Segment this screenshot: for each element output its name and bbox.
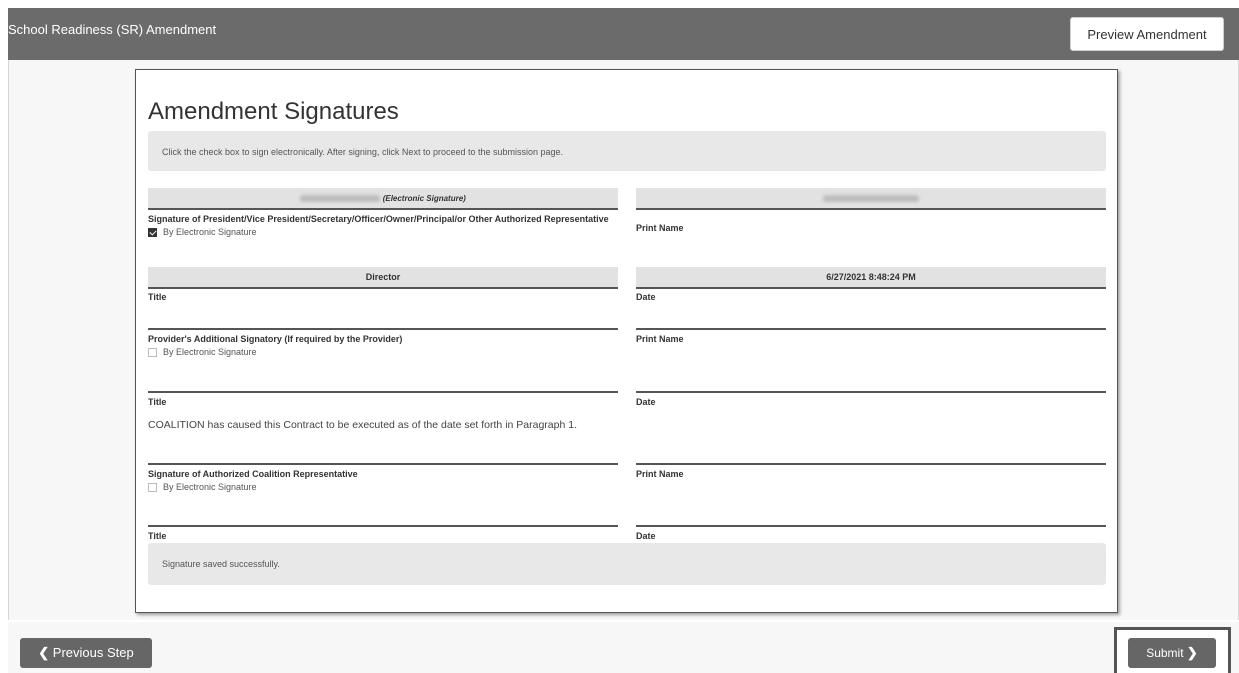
chevron-right-icon: ❯ — [1186, 645, 1198, 660]
signature-label: Provider's Additional Signatory (If requ… — [148, 334, 403, 344]
title-line — [148, 391, 618, 393]
date-label: Date — [636, 397, 656, 407]
print-name-block-1: Print Name — [636, 188, 1106, 234]
electronic-signature-tag: (Electronic Signature) — [382, 194, 466, 203]
checkbox-label: By Electronic Signature — [163, 347, 257, 357]
print-name-line — [636, 463, 1106, 465]
date-block-1: 6/27/2021 8:48:24 PM Date — [636, 267, 1106, 303]
title-field: Director — [148, 267, 618, 289]
previous-step-button[interactable]: ❮ Previous Step — [20, 638, 152, 668]
preview-amendment-button[interactable]: Preview Amendment — [1070, 17, 1224, 51]
title-line — [148, 525, 618, 527]
redacted-print-name — [823, 195, 919, 203]
print-name-line — [636, 328, 1106, 330]
signature-checkbox[interactable] — [148, 482, 157, 492]
page-title: School Readiness (SR) Amendment — [8, 22, 217, 37]
electronic-signature-checkbox-row[interactable]: By Electronic Signature — [148, 227, 618, 237]
status-message: Signature saved successfully. — [162, 559, 280, 569]
date-field: 6/27/2021 8:48:24 PM — [636, 267, 1106, 289]
coalition-statement: COALITION has caused this Contract to be… — [148, 419, 577, 431]
checkbox-label: By Electronic Signature — [163, 227, 257, 237]
signature-checkbox[interactable] — [148, 227, 157, 237]
signature-line — [148, 463, 618, 465]
signature-label: Signature of President/Vice President/Se… — [148, 214, 609, 224]
redacted-name — [300, 195, 381, 203]
section-heading: Amendment Signatures — [148, 98, 399, 125]
signature-checkbox[interactable] — [148, 347, 157, 357]
previous-step-label: Previous Step — [52, 645, 134, 660]
print-name-field — [636, 188, 1106, 210]
date-line — [636, 391, 1106, 393]
status-message-box: Signature saved successfully. — [148, 543, 1106, 585]
date-label: Date — [636, 531, 656, 541]
submit-button[interactable]: Submit ❯ — [1128, 638, 1216, 668]
title-label: Title — [148, 397, 167, 407]
title-label: Title — [148, 531, 167, 541]
title-block-2: Title — [148, 391, 618, 408]
signature-block-3: Signature of Authorized Coalition Repres… — [148, 463, 618, 492]
signature-block-1: (Electronic Signature) Signature of Pres… — [148, 188, 618, 237]
date-line — [636, 525, 1106, 527]
print-name-label: Print Name — [636, 469, 684, 479]
instructions-text: Click the check box to sign electronical… — [162, 147, 564, 157]
signatures-card: Amendment Signatures Click the check box… — [135, 69, 1118, 613]
checkbox-label: By Electronic Signature — [163, 482, 257, 492]
title-block-1: Director Title — [148, 267, 618, 303]
instructions-box: Click the check box to sign electronical… — [148, 131, 1106, 171]
title-label: Title — [148, 292, 167, 302]
signature-line — [148, 328, 618, 330]
date-block-2: Date — [636, 391, 1106, 408]
signature-field: (Electronic Signature) — [148, 188, 618, 210]
print-name-block-2: Print Name — [636, 328, 1106, 345]
signature-block-2: Provider's Additional Signatory (If requ… — [148, 328, 618, 357]
date-block-3: Date — [636, 525, 1106, 542]
print-name-label: Print Name — [636, 334, 684, 344]
print-name-label: Print Name — [636, 223, 684, 233]
title-bar: School Readiness (SR) Amendment Preview … — [8, 8, 1239, 60]
date-label: Date — [636, 292, 656, 302]
print-name-block-3: Print Name — [636, 463, 1106, 480]
electronic-signature-checkbox-row[interactable]: By Electronic Signature — [148, 482, 618, 492]
submit-label: Submit — [1146, 646, 1184, 660]
title-block-3: Title — [148, 525, 618, 542]
footer-bar — [8, 622, 1239, 673]
signature-label: Signature of Authorized Coalition Repres… — [148, 469, 358, 479]
chevron-left-icon: ❮ — [38, 645, 50, 660]
electronic-signature-checkbox-row[interactable]: By Electronic Signature — [148, 347, 618, 357]
